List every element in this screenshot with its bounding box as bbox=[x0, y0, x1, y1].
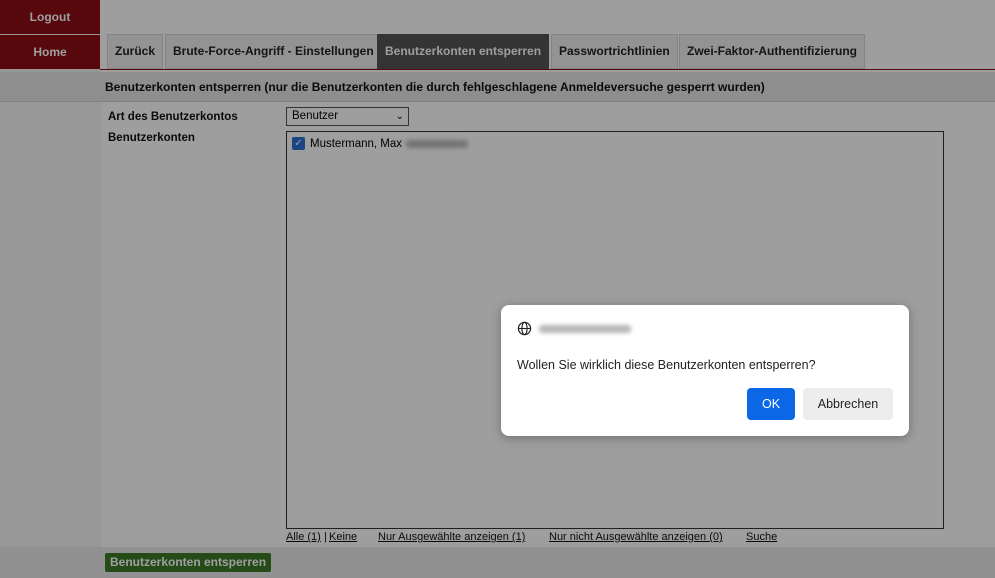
confirm-dialog: Wollen Sie wirklich diese Benutzerkonten… bbox=[501, 305, 909, 436]
modal-overlay bbox=[0, 0, 995, 578]
redacted-site-origin bbox=[539, 325, 631, 333]
globe-icon bbox=[517, 321, 532, 336]
ok-button[interactable]: OK bbox=[747, 388, 795, 420]
dialog-message: Wollen Sie wirklich diese Benutzerkonten… bbox=[517, 358, 816, 372]
cancel-button[interactable]: Abbrechen bbox=[803, 388, 893, 420]
